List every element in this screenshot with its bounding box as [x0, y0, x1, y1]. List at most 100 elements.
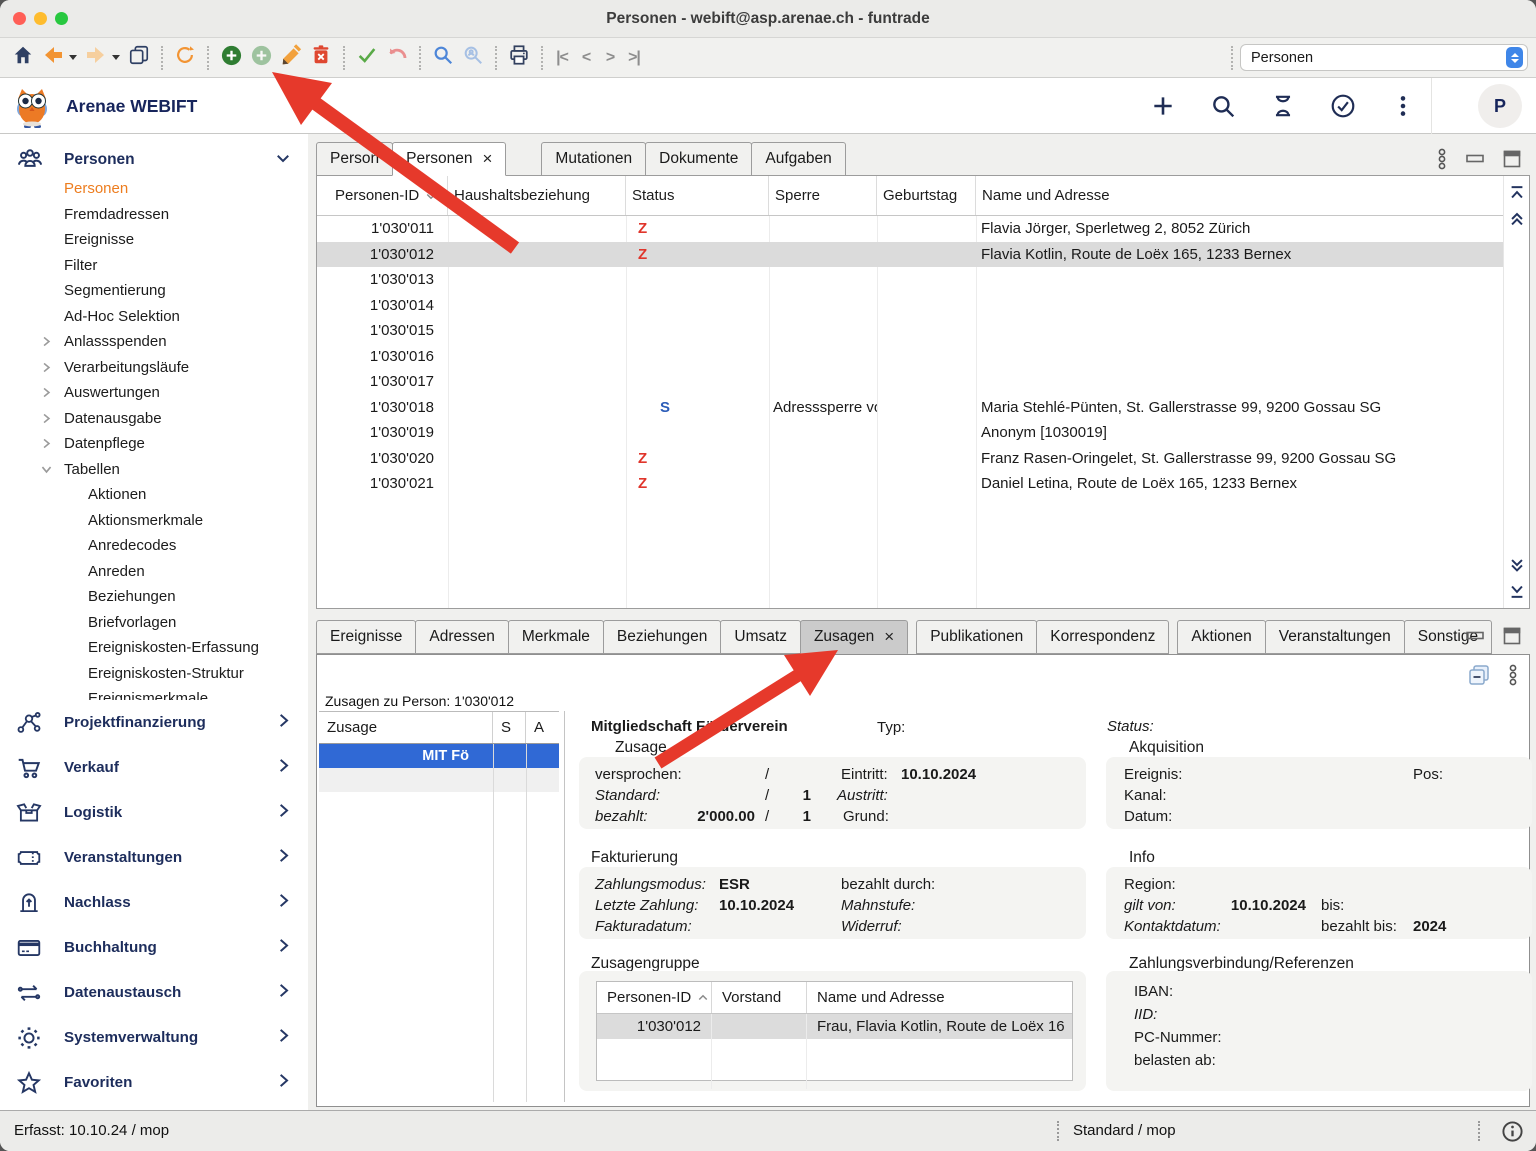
close-tab-icon[interactable]: × [482, 149, 492, 169]
tab-ereignisse[interactable]: Ereignisse [316, 620, 416, 654]
search-person-button[interactable] [458, 43, 488, 73]
windows-button[interactable] [124, 43, 154, 73]
tab-umsatz[interactable]: Umsatz [720, 620, 801, 654]
zusagen-list-row-selected[interactable]: MIT Fö [319, 744, 559, 768]
global-add-button[interactable] [1150, 93, 1176, 119]
first-record-button[interactable]: |< [550, 43, 574, 73]
table-row-selected[interactable]: 1'030'012ZFlavia Kotlin, Route de Loëx 1… [317, 242, 1503, 268]
tab-adressen[interactable]: Adressen [415, 620, 508, 654]
sidebar-item-tabellen[interactable]: Tabellen [0, 457, 308, 483]
tab-aktionen[interactable]: Aktionen [1177, 620, 1265, 654]
zusagengruppe-row-selected[interactable]: 1'030'012 Frau, Flavia Kotlin, Route de … [597, 1014, 1072, 1039]
sidebar-item-briefvorlagen[interactable]: Briefvorlagen [0, 610, 308, 636]
scroll-to-bottom-icon[interactable] [1508, 582, 1526, 600]
tab-publikationen[interactable]: Publikationen [916, 620, 1037, 654]
delete-button[interactable] [306, 43, 336, 73]
column-header-name-und-adresse[interactable]: Name und Adresse [976, 176, 1503, 215]
sidebar-item-beziehungen[interactable]: Beziehungen [0, 584, 308, 610]
page-down-icon[interactable] [1508, 556, 1526, 574]
sidebar-item-fremdadressen[interactable]: Fremdadressen [0, 202, 308, 228]
tab-beziehungen[interactable]: Beziehungen [603, 620, 722, 654]
column-header-personen-id[interactable]: Personen-ID [317, 176, 448, 215]
tab-personen[interactable]: Personen× [392, 142, 506, 176]
sidebar-group-datenaustausch[interactable]: Datenaustausch [0, 970, 308, 1015]
panel-options-dots-icon[interactable] [1507, 664, 1519, 691]
table-row[interactable]: 1'030'020ZFranz Rasen-Oringelet, St. Gal… [317, 446, 1503, 472]
info-icon[interactable] [1501, 1120, 1524, 1148]
panel-options-dots-icon[interactable] [1436, 148, 1448, 175]
sidebar-group-nachlass[interactable]: Nachlass [0, 880, 308, 925]
table-row[interactable]: 1'030'014 [317, 293, 1503, 319]
column-header-geburtstag[interactable]: Geburtstag [877, 176, 976, 215]
new-record-button[interactable] [216, 43, 246, 73]
close-tab-icon[interactable]: × [884, 627, 894, 647]
column-header-vorstand[interactable]: Vorstand [712, 982, 807, 1013]
duplicate-record-button[interactable] [246, 43, 276, 73]
confirm-button[interactable] [352, 43, 382, 73]
sidebar-item-anlassspenden[interactable]: Anlassspenden [0, 329, 308, 355]
table-row[interactable]: 1'030'013 [317, 267, 1503, 293]
user-avatar[interactable]: P [1478, 84, 1522, 128]
tab-mutationen[interactable]: Mutationen [541, 142, 646, 176]
table-row[interactable]: 1'030'015 [317, 318, 1503, 344]
page-up-icon[interactable] [1508, 210, 1526, 228]
tab-korrespondenz[interactable]: Korrespondenz [1036, 620, 1169, 654]
sidebar-item-segmentierung[interactable]: Segmentierung [0, 278, 308, 304]
tab-merkmale[interactable]: Merkmale [508, 620, 604, 654]
sidebar-item-datenpflege[interactable]: Datenpflege [0, 431, 308, 457]
collapse-panel-icon[interactable] [1467, 663, 1491, 692]
forward-button[interactable] [81, 43, 111, 73]
list-form-splitter[interactable] [564, 711, 565, 1102]
column-header-haushaltsbeziehung[interactable]: Haushaltsbeziehung [448, 176, 626, 215]
list-column-zusage[interactable]: Zusage [319, 712, 493, 743]
tab-zusagen[interactable]: Zusagen× [800, 620, 908, 654]
home-button[interactable] [8, 43, 38, 73]
edit-button[interactable] [276, 43, 306, 73]
scroll-to-top-icon[interactable] [1508, 184, 1526, 202]
list-column-a[interactable]: A [526, 712, 559, 743]
column-header-name-und-adresse[interactable]: Name und Adresse [807, 982, 1072, 1013]
kebab-menu-button[interactable] [1390, 93, 1416, 119]
tab-aufgaben[interactable]: Aufgaben [751, 142, 845, 176]
global-search-button[interactable] [1210, 93, 1236, 119]
sidebar-item-anredecodes[interactable]: Anredecodes [0, 533, 308, 559]
sidebar-group-projektfinanzierung[interactable]: Projektfinanzierung [0, 700, 308, 745]
column-header-sperre[interactable]: Sperre [769, 176, 877, 215]
undo-button[interactable] [382, 43, 412, 73]
sidebar-item-datenausgabe[interactable]: Datenausgabe [0, 406, 308, 432]
table-scrollbar[interactable] [1503, 176, 1529, 608]
context-select[interactable]: Personen [1240, 44, 1528, 71]
sidebar-item-adhoc-selektion[interactable]: Ad-Hoc Selektion [0, 304, 308, 330]
sidebar-item-filter[interactable]: Filter [0, 253, 308, 279]
sidebar-group-veranstaltungen[interactable]: Veranstaltungen [0, 835, 308, 880]
sidebar-item-aktionsmerkmale[interactable]: Aktionsmerkmale [0, 508, 308, 534]
refresh-button[interactable] [170, 43, 200, 73]
table-row[interactable]: 1'030'018SAdresssperre voMaria Stehlé-Pü… [317, 395, 1503, 421]
table-row[interactable]: 1'030'017 [317, 369, 1503, 395]
previous-record-button[interactable]: < [574, 43, 598, 73]
last-record-button[interactable]: >| [622, 43, 646, 73]
table-row[interactable]: 1'030'011ZFlavia Jörger, Sperletweg 2, 8… [317, 216, 1503, 242]
sidebar-item-aktionen[interactable]: Aktionen [0, 482, 308, 508]
panel-minimize-icon[interactable] [1465, 628, 1485, 649]
tasks-check-button[interactable] [1330, 93, 1356, 119]
list-column-s[interactable]: S [493, 712, 526, 743]
panel-maximize-icon[interactable] [1502, 626, 1522, 651]
column-header-personen-id[interactable]: Personen-ID [597, 982, 712, 1013]
back-button[interactable] [38, 43, 68, 73]
sidebar-item-ereignismerkmale[interactable]: Ereignismerkmale [0, 686, 308, 700]
sidebar-group-verkauf[interactable]: Verkauf [0, 745, 308, 790]
sidebar-item-auswertungen[interactable]: Auswertungen [0, 380, 308, 406]
sidebar-item-anreden[interactable]: Anreden [0, 559, 308, 585]
tab-person[interactable]: Person [316, 142, 393, 176]
sidebar-group-logistik[interactable]: Logistik [0, 790, 308, 835]
sidebar-item-ereignisse[interactable]: Ereignisse [0, 227, 308, 253]
history-hourglass-button[interactable] [1270, 93, 1296, 119]
sidebar-group-favoriten[interactable]: Favoriten [0, 1060, 308, 1105]
column-header-status[interactable]: Status [626, 176, 769, 215]
table-row[interactable]: 1'030'016 [317, 344, 1503, 370]
table-row[interactable]: 1'030'019Anonym [1030019] [317, 420, 1503, 446]
sidebar-item-ereigniskosten-erfassung[interactable]: Ereigniskosten-Erfassung [0, 635, 308, 661]
sidebar-item-personen[interactable]: Personen [0, 176, 308, 202]
panel-maximize-icon[interactable] [1502, 149, 1522, 174]
